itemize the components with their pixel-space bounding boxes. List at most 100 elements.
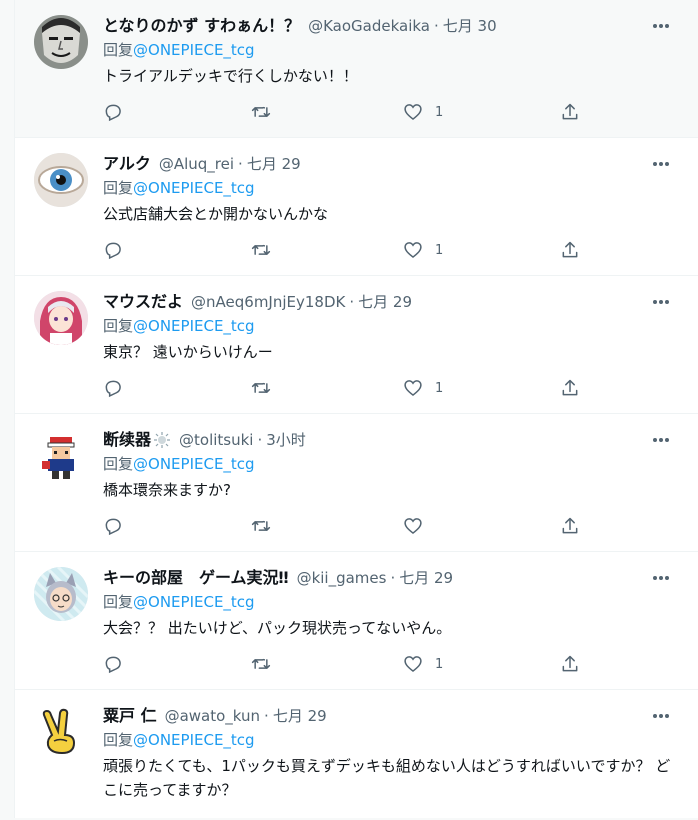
reply-to-link[interactable]: @ONEPIECE_tcg — [133, 179, 255, 197]
share-button[interactable] — [560, 514, 580, 538]
timestamp[interactable]: 七月 29 — [247, 152, 301, 176]
reply-timeline: となりのかず すわぁん！？ @KaoGadekaika · 七月 30 回复@O… — [14, 0, 698, 818]
replying-to: 回复@ONEPIECE_tcg — [103, 39, 255, 61]
sparkle-icon — [154, 432, 171, 448]
reply-prefix: 回复 — [103, 41, 134, 59]
display-name[interactable]: となりのかず すわぁん！？ — [103, 14, 300, 38]
tweet[interactable]: となりのかず すわぁん！？ @KaoGadekaika · 七月 30 回复@O… — [15, 0, 698, 138]
replying-to: 回复@ONEPIECE_tcg — [103, 453, 255, 475]
retweet-button[interactable] — [251, 652, 271, 676]
reply-to-link[interactable]: @ONEPIECE_tcg — [133, 593, 255, 611]
peace-hand-avatar — [34, 705, 88, 759]
like-count: 1 — [435, 656, 444, 672]
avatar[interactable] — [34, 153, 88, 207]
user-handle[interactable]: @KaoGadekaika — [308, 14, 430, 38]
like-button[interactable]: 1 — [403, 100, 443, 124]
separator-dot: · — [257, 431, 263, 449]
display-name[interactable]: アルク — [103, 152, 151, 176]
share-button[interactable] — [560, 652, 580, 676]
retweet-icon — [251, 106, 271, 117]
retweet-button[interactable] — [251, 514, 271, 538]
reply-button[interactable] — [103, 100, 123, 124]
reply-prefix: 回复 — [103, 179, 134, 197]
avatar[interactable] — [34, 291, 88, 345]
like-button[interactable]: 1 — [403, 376, 443, 400]
reply-prefix: 回复 — [103, 455, 134, 473]
tweet[interactable]: 粟戸 仁 @awato_kun · 七月 29 回复@ONEPIECE_tcg … — [15, 690, 698, 820]
retweet-button[interactable] — [251, 238, 271, 262]
separator-dot: · — [390, 569, 396, 587]
more-icon[interactable] — [651, 294, 671, 310]
more-icon[interactable] — [651, 156, 671, 172]
tweet[interactable]: マウスだよ @nAeq6mJnjEy18DK · 七月 29 回复@ONEPIE… — [15, 276, 698, 414]
more-icon[interactable] — [651, 18, 671, 34]
retweet-icon — [251, 382, 271, 393]
share-icon — [562, 103, 578, 120]
user-handle[interactable]: @kii_games — [297, 566, 387, 590]
reply-button[interactable] — [103, 514, 123, 538]
tweet-header: 断续器 @tolitsuki · 3小时 — [103, 428, 306, 452]
user-handle[interactable]: @Aluq_rei — [159, 152, 234, 176]
tweet-actions: 1 — [103, 100, 663, 124]
avatar[interactable] — [34, 429, 88, 483]
tweet[interactable]: アルク @Aluq_rei · 七月 29 回复@ONEPIECE_tcg 公式… — [15, 138, 698, 276]
like-button[interactable]: 1 — [403, 238, 443, 262]
reply-to-link[interactable]: @ONEPIECE_tcg — [133, 317, 255, 335]
like-button[interactable]: 1 — [403, 652, 443, 676]
timestamp[interactable]: 七月 29 — [273, 704, 327, 728]
separator-dot: · — [238, 155, 243, 173]
display-name[interactable]: キーの部屋 ゲーム実況‼ — [103, 566, 289, 590]
share-button[interactable] — [560, 376, 580, 400]
separator-dot: · — [434, 17, 439, 35]
retweet-button[interactable] — [251, 100, 271, 124]
retweet-icon — [251, 658, 271, 669]
tweet-actions: 1 — [103, 376, 663, 400]
share-icon — [562, 655, 578, 672]
tweet-text: 橋本環奈来ますか? — [103, 481, 231, 499]
retweet-button[interactable] — [251, 376, 271, 400]
reply-to-link[interactable]: @ONEPIECE_tcg — [133, 455, 255, 473]
like-button[interactable] — [403, 514, 435, 538]
avatar[interactable] — [34, 15, 88, 69]
reply-to-link[interactable]: @ONEPIECE_tcg — [133, 731, 255, 749]
timestamp[interactable]: 七月 29 — [358, 290, 412, 314]
reply-to-link[interactable]: @ONEPIECE_tcg — [133, 41, 255, 59]
share-button[interactable] — [560, 238, 580, 262]
like-count: 1 — [435, 104, 444, 120]
more-icon[interactable] — [651, 708, 671, 724]
reply-button[interactable] — [103, 376, 123, 400]
cat-ear-avatar — [34, 567, 88, 621]
timestamp[interactable]: 七月 29 — [399, 566, 453, 590]
replying-to: 回复@ONEPIECE_tcg — [103, 729, 255, 751]
display-name[interactable]: 断续器 — [103, 428, 151, 452]
timestamp[interactable]: 七月 30 — [443, 14, 497, 38]
pixel-character-avatar — [34, 429, 88, 483]
reply-icon — [105, 242, 121, 260]
tweet[interactable]: 断续器 @tolitsuki · 3小时 回复@ONEPIECE_tcg 橋本環… — [15, 414, 698, 552]
tweet-text: 頑張りたくても、1パックも買えずデッキも組めない人はどうすればいいですか？ どこ… — [103, 757, 671, 799]
user-handle[interactable]: @awato_kun — [165, 704, 260, 728]
like-count: 1 — [435, 242, 444, 258]
more-icon[interactable] — [651, 432, 671, 448]
avatar[interactable] — [34, 705, 88, 759]
heart-icon — [404, 104, 422, 121]
user-handle[interactable]: @tolitsuki — [179, 428, 253, 452]
reply-button[interactable] — [103, 652, 123, 676]
display-name[interactable]: 粟戸 仁 — [103, 704, 157, 728]
tweet[interactable]: キーの部屋 ゲーム実況‼ @kii_games · 七月 29 回复@ONEPI… — [15, 552, 698, 690]
display-name[interactable]: マウスだよ — [103, 290, 183, 314]
more-icon[interactable] — [651, 570, 671, 586]
retweet-icon — [251, 244, 271, 255]
reply-icon — [105, 518, 121, 536]
share-button[interactable] — [560, 100, 580, 124]
reply-icon — [105, 104, 121, 122]
avatar[interactable] — [34, 567, 88, 621]
tweet-header: 粟戸 仁 @awato_kun · 七月 29 — [103, 704, 327, 728]
user-handle[interactable]: @nAeq6mJnjEy18DK — [191, 290, 345, 314]
eye-avatar — [34, 153, 88, 207]
reply-prefix: 回复 — [103, 731, 134, 749]
timestamp[interactable]: 3小时 — [266, 428, 306, 452]
reply-button[interactable] — [103, 238, 123, 262]
tweet-text: トライアルデッキで行くしかない！！ — [103, 67, 358, 85]
separator-dot: · — [349, 293, 355, 311]
